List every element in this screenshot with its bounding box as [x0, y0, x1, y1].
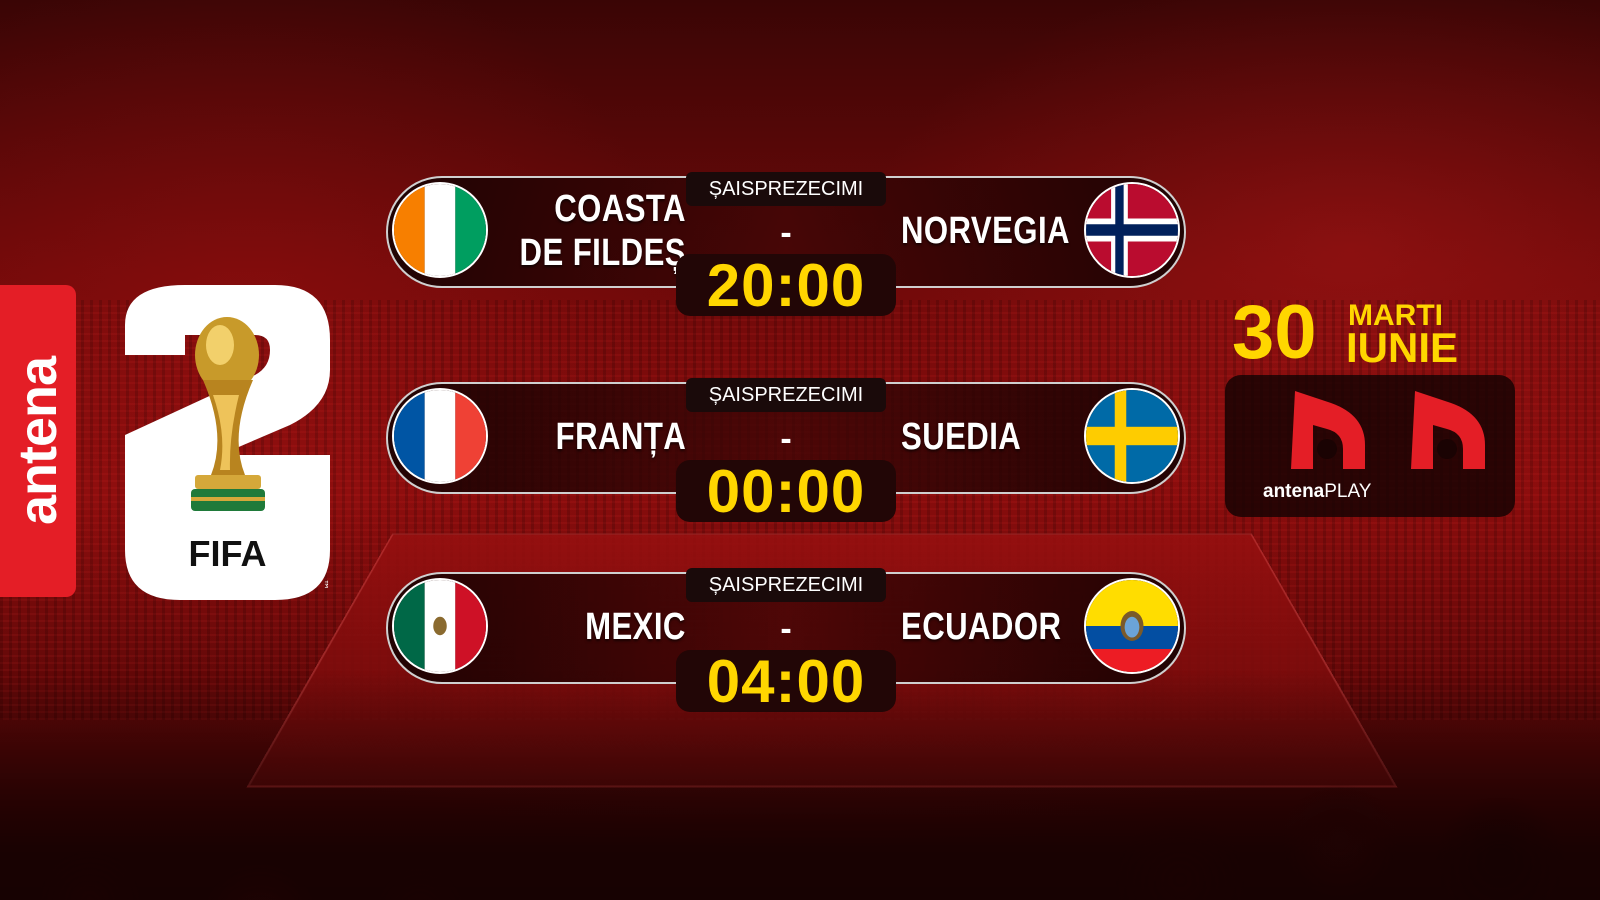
- antena-play-suffix: PLAY: [1324, 481, 1372, 502]
- score-separator: -: [780, 610, 792, 648]
- antena-play-logo-icon: [1291, 391, 1365, 469]
- match-stage-label: ȘAISPREZECIMI: [686, 568, 886, 602]
- france-flag-icon: [392, 388, 488, 484]
- home-team-line-1: COASTA: [554, 188, 686, 231]
- ecuador-flag-icon: [1084, 578, 1180, 674]
- match-stage-label: ȘAISPREZECIMI: [686, 172, 886, 206]
- match-card-1: COASTA DE FILDEȘ NORVEGIA ȘAISPREZECIMI …: [386, 172, 1186, 319]
- home-team-line-2: DE FILDEȘ: [519, 232, 686, 274]
- match-date: 30 MARTI IUNIE: [1232, 295, 1502, 375]
- mexico-flag-icon: [392, 578, 488, 674]
- home-team-name: COASTA DE FILDEȘ: [520, 176, 686, 288]
- kickoff-time: 00:00: [676, 458, 896, 525]
- norway-flag-icon: [1084, 182, 1180, 278]
- score-separator: -: [780, 420, 792, 458]
- match-card-2: FRANȚA SUEDIA ȘAISPREZECIMI - 00:00: [386, 378, 1186, 525]
- date-month: IUNIE: [1346, 324, 1459, 371]
- trademark-symbol: ™: [317, 579, 330, 590]
- antena-play-prefix: antena: [1263, 481, 1325, 502]
- antena-logo-text: antena: [8, 356, 68, 526]
- broadcaster-box: antenaPLAY: [1225, 375, 1515, 517]
- away-team-name: ECUADOR: [901, 606, 1062, 649]
- world-cup-26-logo: FIFA: [125, 285, 330, 600]
- ivory-coast-flag-icon: [392, 182, 488, 278]
- kickoff-time: 20:00: [676, 252, 896, 319]
- antena-play-label: antenaPLAY: [1263, 481, 1371, 503]
- antena-logo-tab: antena: [0, 285, 76, 597]
- match-stage-label: ȘAISPREZECIMI: [686, 378, 886, 412]
- home-team-name: FRANȚA: [555, 416, 686, 459]
- away-team-name: NORVEGIA: [901, 210, 1070, 253]
- kickoff-time: 04:00: [676, 648, 896, 715]
- match-card-3: MEXIC ECUADOR ȘAISPREZECIMI - 04:00: [386, 568, 1186, 715]
- date-day-number: 30: [1232, 290, 1317, 375]
- antena-1-logo-icon: [1411, 391, 1485, 469]
- home-team-name: MEXIC: [585, 606, 686, 649]
- fifa-wordmark: FIFA: [188, 533, 267, 574]
- away-team-name: SUEDIA: [901, 416, 1022, 459]
- sweden-flag-icon: [1084, 388, 1180, 484]
- score-separator: -: [780, 214, 792, 252]
